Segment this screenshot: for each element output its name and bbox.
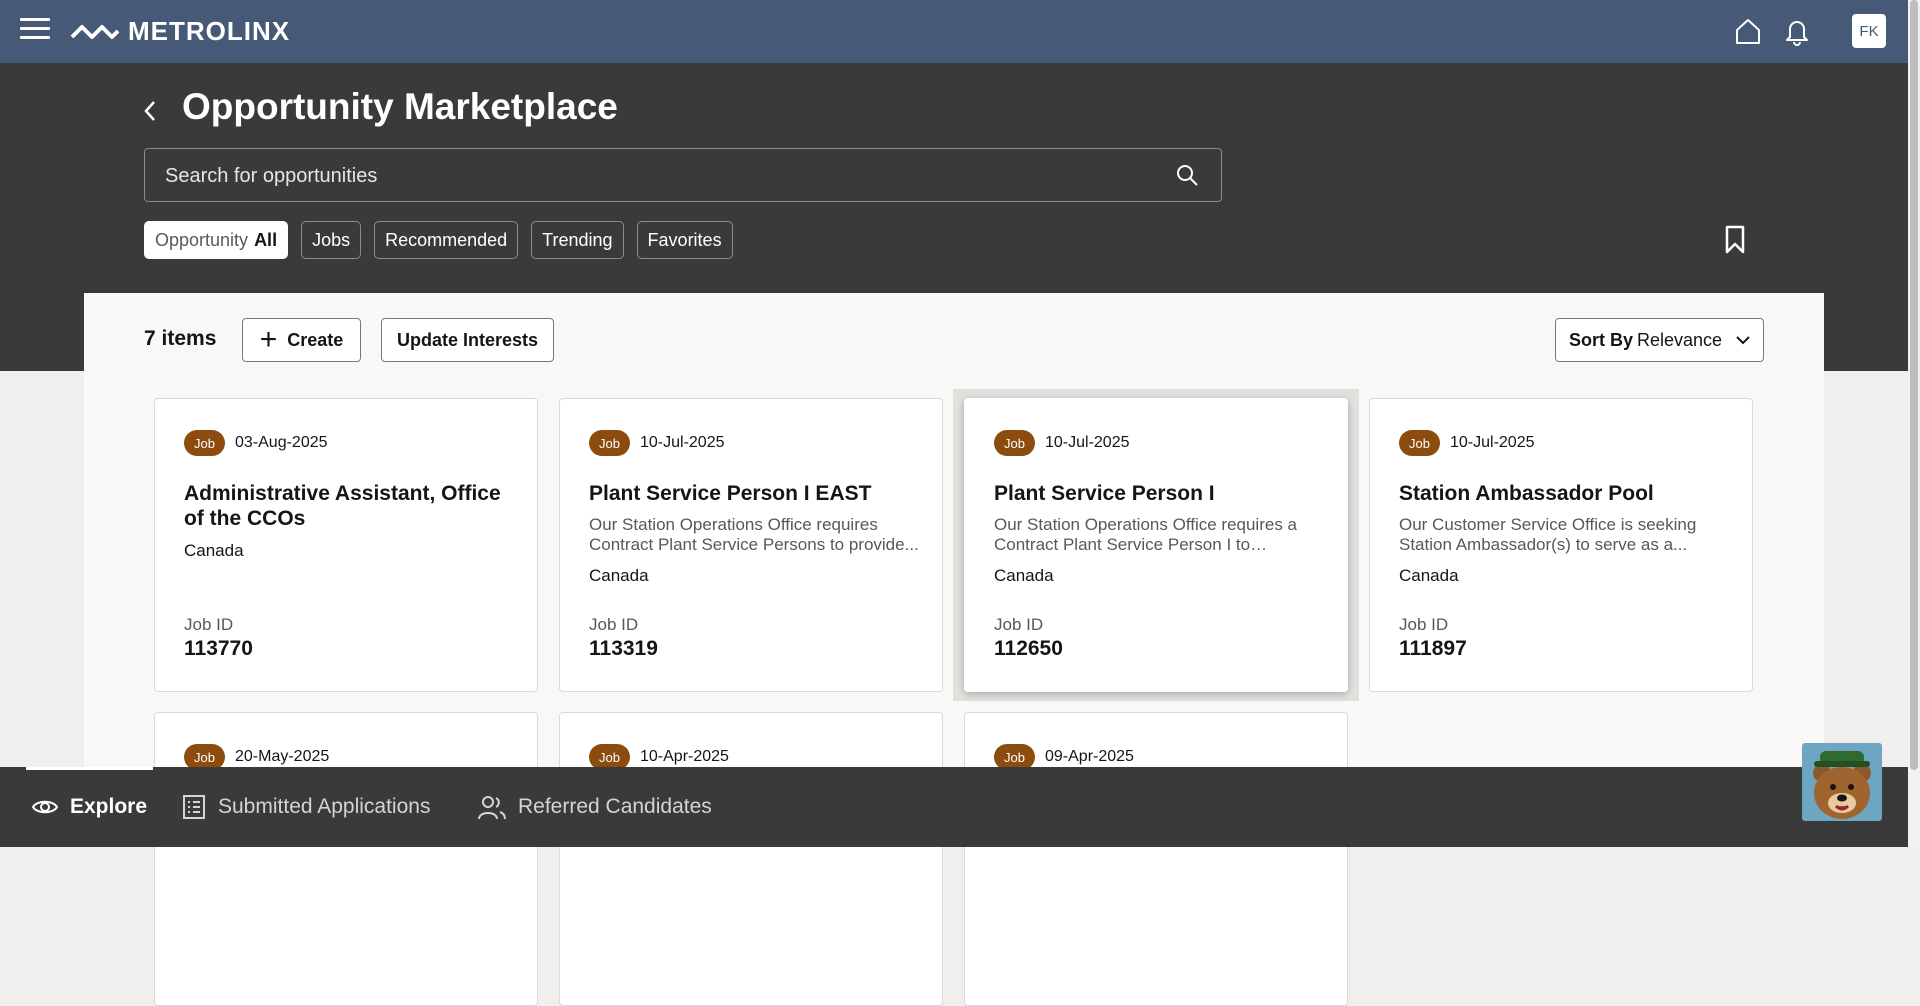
job-description: Our Station Operations Office requires C… — [589, 515, 919, 554]
job-location: Canada — [184, 541, 244, 560]
posted-date: 03-Aug-2025 — [235, 434, 328, 451]
posted-date: 10-Jul-2025 — [1045, 434, 1130, 451]
eye-icon — [32, 800, 58, 814]
nav-referred-candidates-label: Referred Candidates — [518, 795, 712, 818]
job-card[interactable]: Job 10-Apr-2025 — [559, 712, 943, 1006]
job-id-label: Job ID — [994, 615, 1044, 634]
user-avatar[interactable]: FK — [1852, 14, 1886, 48]
sort-dropdown[interactable]: Sort By Relevance — [1555, 318, 1764, 362]
job-card[interactable]: Job 10-Jul-2025 Plant Service Person I O… — [964, 398, 1348, 692]
job-id-value: 113319 — [589, 637, 658, 660]
job-badge: Job — [1399, 430, 1440, 456]
job-description: Our Station Operations Office requires a… — [994, 515, 1298, 554]
nav-submitted-applications[interactable]: Submitted Applications — [182, 767, 430, 847]
posted-date: 10-Jul-2025 — [640, 434, 725, 451]
job-location: Canada — [1399, 566, 1459, 585]
job-title[interactable]: Plant Service Person I — [994, 481, 1324, 506]
nav-explore-label: Explore — [70, 795, 148, 818]
job-id-value: 111897 — [1399, 637, 1467, 660]
items-count: 7 items — [144, 327, 217, 350]
bear-mascot-icon — [1813, 751, 1871, 819]
brand-name: METROLINX — [128, 16, 291, 46]
chevron-down-icon — [1736, 336, 1750, 345]
metrolinx-logo-icon — [70, 24, 120, 39]
update-interests-button[interactable]: Update Interests — [381, 318, 554, 362]
job-id-value: 112650 — [994, 637, 1063, 660]
job-id-value: 113770 — [184, 637, 253, 660]
job-title[interactable]: Plant Service Person I EAST — [589, 481, 919, 506]
search-input[interactable] — [163, 149, 1147, 203]
filter-chip-favorites[interactable]: Favorites — [636, 221, 733, 259]
job-id-label: Job ID — [1399, 615, 1449, 634]
bookmark-icon[interactable] — [1724, 225, 1746, 255]
nav-referred-candidates[interactable]: Referred Candidates — [478, 767, 712, 847]
plus-icon: + — [259, 323, 278, 356]
scrollbar-thumb[interactable] — [1910, 0, 1918, 770]
job-badge: Job — [184, 430, 225, 456]
people-icon — [478, 796, 506, 820]
filter-chip-jobs[interactable]: Jobs — [301, 221, 362, 259]
sort-label: Sort By — [1568, 329, 1633, 350]
filter-chip-prefix: Opportunity — [155, 229, 249, 250]
job-location: Canada — [589, 566, 649, 585]
job-card[interactable]: Job 09-Apr-2025 — [964, 712, 1348, 1006]
filter-chip-trending[interactable]: Trending — [531, 221, 624, 259]
job-location: Canada — [994, 566, 1054, 585]
filter-chip-label: All — [254, 229, 278, 250]
job-id-label: Job ID — [184, 615, 234, 634]
posted-date: 09-Apr-2025 — [1045, 748, 1134, 765]
chatbot-mascot[interactable] — [1802, 743, 1882, 821]
job-card[interactable]: Job 20-May-2025 — [154, 712, 538, 1006]
job-title[interactable]: Administrative Assistant, Office of the … — [184, 481, 514, 531]
job-id-label: Job ID — [589, 615, 639, 634]
job-title[interactable]: Station Ambassador Pool — [1399, 481, 1729, 506]
filter-chip-recommended[interactable]: Recommended — [374, 221, 519, 259]
nav-explore[interactable]: Explore — [25, 767, 154, 847]
bell-icon[interactable] — [1782, 16, 1812, 46]
posted-date: 20-May-2025 — [235, 748, 330, 765]
top-bar: METROLINX FK — [0, 0, 1920, 63]
filter-chips: Opportunity All Jobs Recommended Trendin… — [144, 221, 733, 259]
job-card[interactable]: Job 03-Aug-2025 Administrative Assistant… — [154, 398, 538, 692]
posted-date: 10-Jul-2025 — [1450, 434, 1535, 451]
list-icon — [183, 795, 205, 819]
job-card[interactable]: Job 10-Jul-2025 Station Ambassador Pool … — [1369, 398, 1753, 692]
page-title: Opportunity Marketplace — [182, 86, 618, 127]
posted-date: 10-Apr-2025 — [640, 748, 729, 765]
home-icon[interactable] — [1733, 16, 1763, 46]
filter-chip-all[interactable]: Opportunity All — [144, 221, 289, 259]
sort-value: Relevance — [1636, 329, 1723, 350]
nav-submitted-applications-label: Submitted Applications — [218, 795, 431, 818]
menu-icon[interactable] — [20, 18, 50, 42]
search-icon[interactable] — [1175, 163, 1199, 187]
back-arrow-icon[interactable] — [140, 98, 162, 124]
create-button-label: Create — [287, 329, 344, 350]
job-description: Our Customer Service Office is seeking S… — [1399, 515, 1697, 554]
job-badge: Job — [994, 430, 1035, 456]
search-box — [144, 148, 1222, 203]
create-button[interactable]: + Create — [242, 318, 361, 362]
job-badge: Job — [589, 430, 630, 456]
bottom-navigation: Explore Submitted Applications Referred … — [0, 767, 1908, 847]
job-card[interactable]: Job 10-Jul-2025 Plant Service Person I E… — [559, 398, 943, 692]
brand-logo[interactable]: METROLINX — [70, 16, 290, 47]
